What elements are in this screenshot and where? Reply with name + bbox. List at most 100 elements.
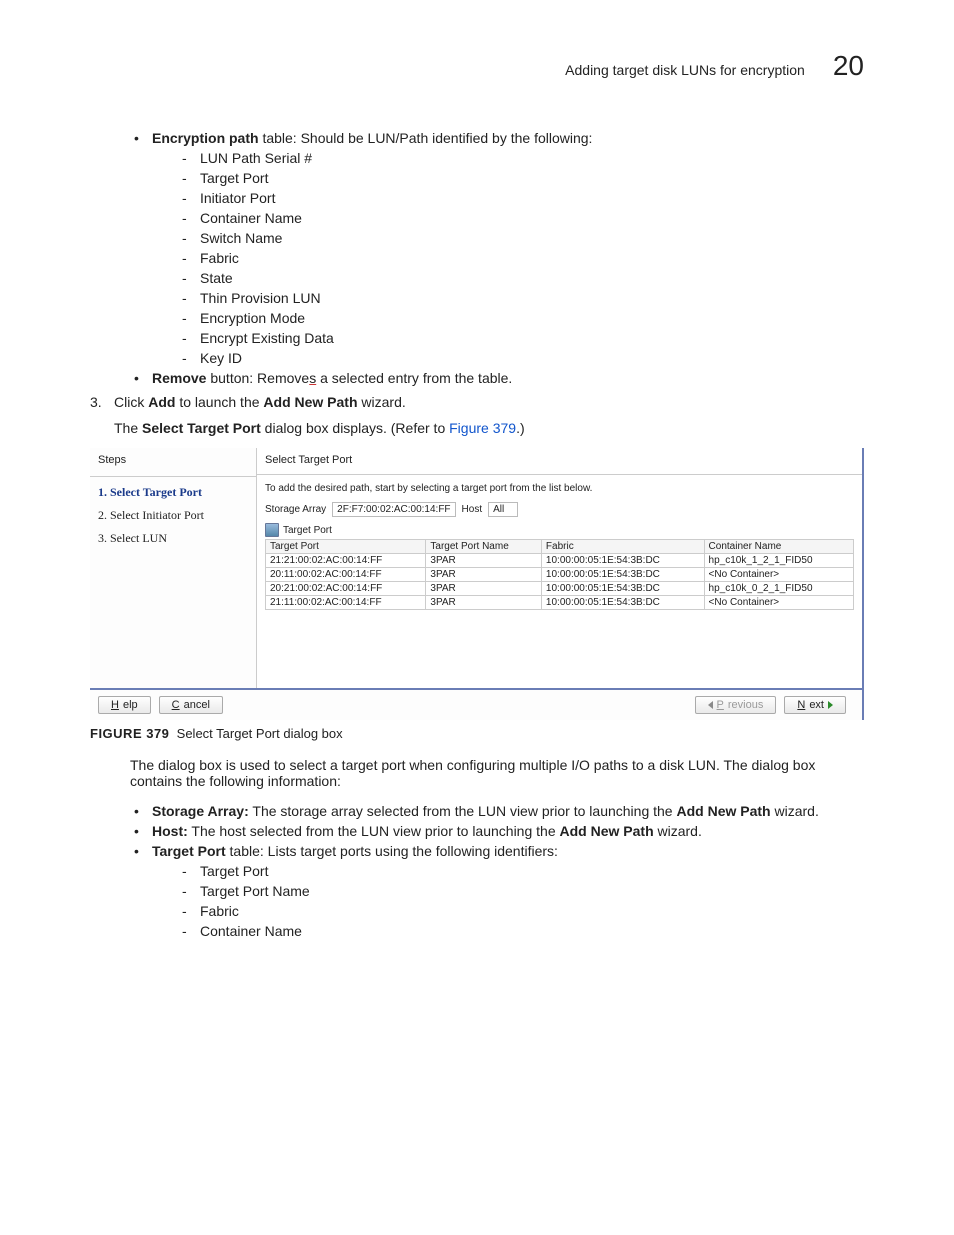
step3-t2: to launch the (175, 394, 263, 410)
sub-item: Target Port Name (178, 883, 864, 899)
sub-item: Container Name (178, 923, 864, 939)
host-bold: Host: (152, 823, 188, 839)
cell: 20:21:00:02:AC:00:14:FF (266, 582, 426, 596)
host-end: wizard. (654, 823, 702, 839)
step3-t1: Click (114, 394, 148, 410)
wizard-main-pane: Select Target Port To add the desired pa… (257, 448, 862, 688)
cell: <No Container> (704, 596, 853, 610)
remove-mid: button: Remove (206, 370, 309, 386)
col-fabric[interactable]: Fabric (541, 540, 704, 554)
step-select-initiator-port[interactable]: 2. Select Initiator Port (98, 508, 248, 523)
cell: 10:00:00:05:1E:54:3B:DC (541, 582, 704, 596)
target-port-label: Target Port (283, 525, 332, 536)
sub-item: Fabric (178, 903, 864, 919)
sub-item: Target Port (178, 863, 864, 879)
figure-link[interactable]: Figure 379 (449, 420, 516, 436)
cell: 21:11:00:02:AC:00:14:FF (266, 596, 426, 610)
step-number: 3. (90, 394, 102, 410)
header-title: Adding target disk LUNs for encryption (565, 62, 805, 78)
storage-array-field[interactable]: 2F:F7:00:02:AC:00:14:FF (332, 502, 455, 517)
step-3: 3. Click Add to launch the Add New Path … (90, 394, 864, 436)
cell: 3PAR (426, 582, 542, 596)
sub-item: Key ID (178, 350, 864, 366)
col-container-name[interactable]: Container Name (704, 540, 853, 554)
sub-item: Encrypt Existing Data (178, 330, 864, 346)
sub-item: Thin Provision LUN (178, 290, 864, 306)
after-para: The dialog box is used to select a targe… (130, 757, 864, 789)
target-port-rest: table: Lists target ports using the foll… (226, 843, 558, 859)
table-row[interactable]: 20:21:00:02:AC:00:14:FF 3PAR 10:00:00:05… (266, 582, 854, 596)
bullet-target-port: Target Port table: Lists target ports us… (130, 843, 864, 939)
arrow-right-icon (828, 701, 833, 709)
bullet-host: Host: The host selected from the LUN vie… (130, 823, 864, 839)
sub-item: Container Name (178, 210, 864, 226)
cell: 10:00:00:05:1E:54:3B:DC (541, 596, 704, 610)
storage-array-bold2: Add New Path (676, 803, 770, 819)
p2c: dialog box displays. (Refer to (261, 420, 449, 436)
encryption-path-text: table: Should be LUN/Path identified by … (259, 130, 593, 146)
storage-array-bold: Storage Array: (152, 803, 249, 819)
cell: hp_c10k_0_2_1_FID50 (704, 582, 853, 596)
host-field[interactable]: All (488, 502, 518, 517)
encryption-path-label: Encryption path (152, 130, 259, 146)
cell: 3PAR (426, 554, 542, 568)
host-mid: The host selected from the LUN view prio… (188, 823, 560, 839)
cell: hp_c10k_1_2_1_FID50 (704, 554, 853, 568)
sub-item: Target Port (178, 170, 864, 186)
step3-addnewpath: Add New Path (263, 394, 357, 410)
storage-array-label: Storage Array (265, 504, 326, 515)
step3-t3: wizard. (358, 394, 406, 410)
cancel-button[interactable]: Cancel (159, 696, 223, 714)
step-select-lun[interactable]: 3. Select LUN (98, 531, 248, 546)
sub-item: Initiator Port (178, 190, 864, 206)
bullet-encryption-path: Encryption path table: Should be LUN/Pat… (130, 130, 864, 366)
cell: <No Container> (704, 568, 853, 582)
sub-item: Encryption Mode (178, 310, 864, 326)
storage-array-end: wizard. (771, 803, 819, 819)
steps-title: Steps (98, 454, 248, 466)
select-target-port-dialog: Steps 1. Select Target Port 2. Select In… (90, 448, 864, 720)
dialog-footer: Help Cancel Previous Next (90, 688, 862, 720)
instruction-text: To add the desired path, start by select… (265, 483, 854, 494)
wizard-steps-pane: Steps 1. Select Target Port 2. Select In… (90, 448, 257, 688)
cell: 21:21:00:02:AC:00:14:FF (266, 554, 426, 568)
figure-label: FIGURE 379 (90, 726, 169, 741)
arrow-left-icon (708, 701, 713, 709)
col-target-port-name[interactable]: Target Port Name (426, 540, 542, 554)
p2b: Select Target Port (142, 420, 261, 436)
remove-end: a selected entry from the table. (316, 370, 512, 386)
figure-caption-text: Select Target Port dialog box (177, 726, 343, 741)
table-row[interactable]: 21:21:00:02:AC:00:14:FF 3PAR 10:00:00:05… (266, 554, 854, 568)
sub-item: State (178, 270, 864, 286)
host-bold2: Add New Path (560, 823, 654, 839)
header-chapter-number: 20 (833, 50, 864, 82)
step-select-target-port[interactable]: 1. Select Target Port (98, 485, 248, 500)
storage-array-mid: The storage array selected from the LUN … (249, 803, 677, 819)
page-header: Adding target disk LUNs for encryption 2… (90, 50, 864, 82)
p2d: .) (516, 420, 525, 436)
host-label: Host (462, 504, 483, 515)
bullet-remove: Remove button: Removes a selected entry … (130, 370, 864, 386)
col-target-port[interactable]: Target Port (266, 540, 426, 554)
sub-item: Switch Name (178, 230, 864, 246)
cell: 20:11:00:02:AC:00:14:FF (266, 568, 426, 582)
p2a: The (114, 420, 142, 436)
figure-caption: FIGURE 379 Select Target Port dialog box (90, 726, 864, 741)
remove-label: Remove (152, 370, 206, 386)
step3-add: Add (148, 394, 175, 410)
help-button[interactable]: Help (98, 696, 151, 714)
table-row[interactable]: 20:11:00:02:AC:00:14:FF 3PAR 10:00:00:05… (266, 568, 854, 582)
target-port-icon (265, 523, 279, 537)
cell: 10:00:00:05:1E:54:3B:DC (541, 568, 704, 582)
target-port-table[interactable]: Target Port Target Port Name Fabric Cont… (265, 539, 854, 610)
next-button[interactable]: Next (784, 696, 846, 714)
sub-item: Fabric (178, 250, 864, 266)
target-port-bold: Target Port (152, 843, 226, 859)
main-pane-title: Select Target Port (265, 454, 854, 466)
table-row[interactable]: 21:11:00:02:AC:00:14:FF 3PAR 10:00:00:05… (266, 596, 854, 610)
step3-para2: The Select Target Port dialog box displa… (114, 420, 864, 436)
bullet-storage-array: Storage Array: The storage array selecte… (130, 803, 864, 819)
cell: 10:00:00:05:1E:54:3B:DC (541, 554, 704, 568)
previous-button[interactable]: Previous (695, 696, 777, 714)
sub-item: LUN Path Serial # (178, 150, 864, 166)
